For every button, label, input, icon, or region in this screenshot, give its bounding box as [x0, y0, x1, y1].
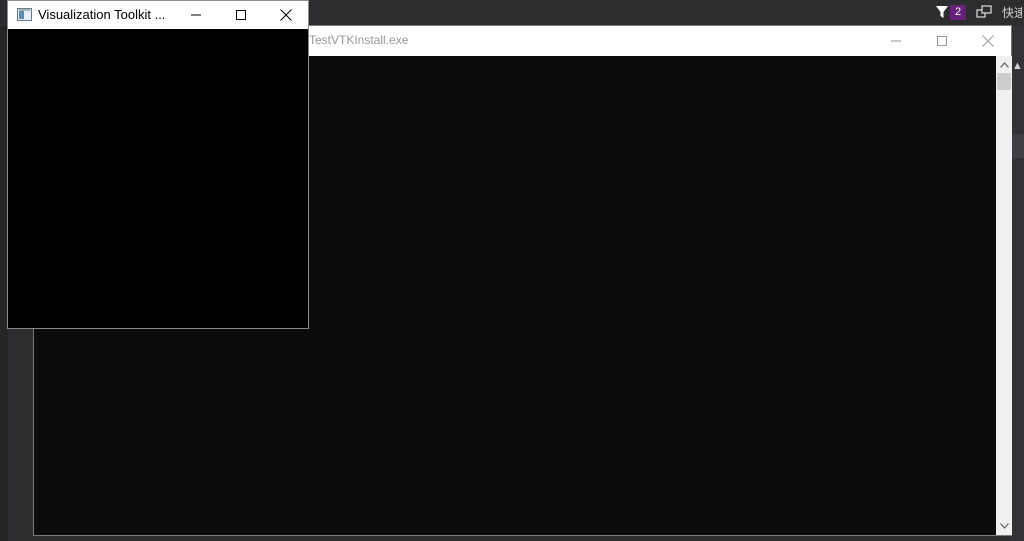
chevron-up-icon: [999, 62, 1009, 68]
feedback-icon[interactable]: [976, 5, 992, 19]
scroll-down-button[interactable]: [996, 519, 1012, 533]
ide-top-right-toolbar: 2 快速: [935, 0, 1024, 24]
filter-icon: [936, 6, 948, 18]
console-minimize-button[interactable]: [873, 26, 919, 56]
maximize-icon: [235, 10, 246, 20]
console-window-title: TestVTKInstall.exe: [309, 33, 409, 47]
maximize-icon: [937, 36, 947, 46]
vtk-close-button[interactable]: [263, 1, 308, 29]
vtk-window-controls: [173, 1, 308, 29]
close-icon: [279, 9, 292, 21]
quick-launch-label[interactable]: 快速: [1002, 4, 1022, 21]
vtk-window-title: Visualization Toolkit ...: [38, 7, 166, 22]
chevron-down-icon: [999, 523, 1009, 529]
vtk-maximize-button[interactable]: [218, 1, 263, 29]
ide-right-panel: [1010, 26, 1024, 541]
ide-right-toolbar: [1010, 134, 1024, 158]
scrollbar-thumb[interactable]: [997, 73, 1011, 90]
vtk-title-bar[interactable]: Visualization Toolkit ...: [8, 1, 308, 29]
close-icon: [982, 35, 994, 47]
notification-area[interactable]: 2: [935, 4, 966, 20]
scroll-up-button[interactable]: [996, 58, 1012, 72]
window-app-icon: [17, 8, 32, 21]
console-vertical-scrollbar[interactable]: [996, 56, 1012, 535]
vtk-render-window[interactable]: Visualization Toolkit ...: [7, 0, 309, 329]
vtk-render-canvas[interactable]: [8, 29, 308, 328]
ide-scroll-up-icon[interactable]: ▲: [1012, 60, 1023, 74]
vtk-minimize-button[interactable]: [173, 1, 218, 29]
console-maximize-button[interactable]: [919, 26, 965, 56]
minimize-icon: [190, 14, 201, 16]
minimize-icon: [891, 40, 901, 42]
notification-count-badge: 2: [950, 4, 966, 20]
console-close-button[interactable]: [965, 26, 1011, 56]
console-window-controls: [873, 26, 1011, 56]
